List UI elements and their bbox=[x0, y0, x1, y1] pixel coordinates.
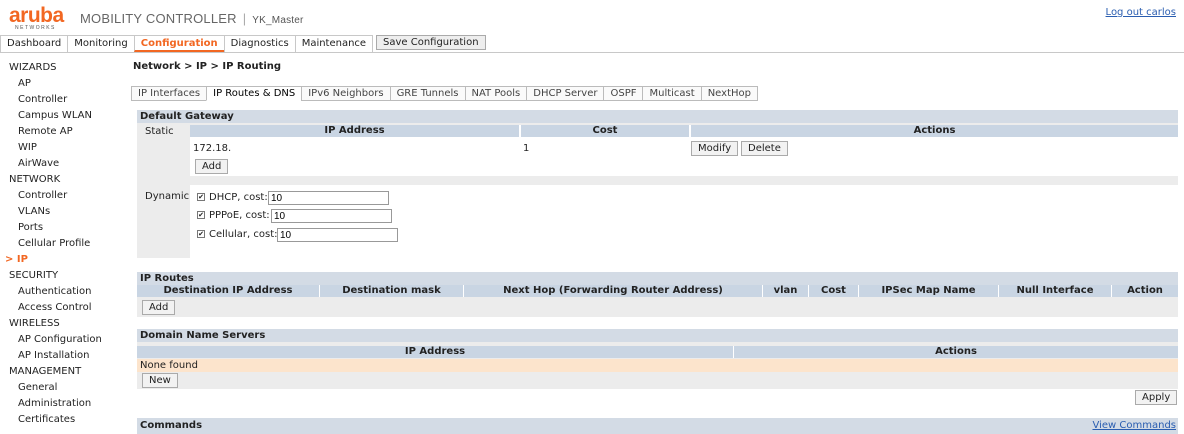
sidebar-section-management: MANAGEMENT bbox=[9, 366, 82, 377]
breadcrumb: Network > IP > IP Routing bbox=[133, 61, 282, 72]
pppoe-cost-input[interactable] bbox=[271, 209, 392, 223]
subtab-ip-routes-dns[interactable]: IP Routes & DNS bbox=[206, 86, 303, 101]
sidebar-item-ip[interactable]: > IP bbox=[0, 252, 125, 268]
default-gateway-panel: Default Gateway Static IP Address Cost A… bbox=[137, 110, 1178, 258]
sidebar-item-general[interactable]: General bbox=[0, 380, 125, 396]
col-dns-ip-address: IP Address bbox=[137, 346, 733, 358]
dynamic-label: Dynamic bbox=[145, 191, 190, 202]
sidebar-item-ap[interactable]: AP bbox=[0, 76, 125, 92]
gateway-cost-value: 1 bbox=[523, 143, 530, 154]
modify-button[interactable]: Modify bbox=[691, 141, 739, 156]
dns-header: IP Address Actions bbox=[137, 346, 1178, 358]
sidebar-section-wizards: WIZARDS bbox=[9, 62, 57, 73]
hostname: YK_Master bbox=[252, 15, 304, 26]
col-null-interface: Null Interface bbox=[999, 285, 1111, 297]
product-name: MOBILITY CONTROLLER bbox=[80, 11, 237, 26]
cellular-cost-input[interactable] bbox=[277, 228, 398, 242]
col-ip-address: IP Address bbox=[190, 125, 519, 137]
dns-title: Domain Name Servers bbox=[137, 329, 1178, 342]
subtab-gre-tunnels[interactable]: GRE Tunnels bbox=[389, 86, 466, 101]
view-commands-link[interactable]: View Commands bbox=[1092, 420, 1176, 431]
sidebar-item-administration[interactable]: Administration bbox=[0, 396, 125, 412]
dhcp-cost-input[interactable] bbox=[268, 191, 389, 205]
sidebar-item-campus-wlan[interactable]: Campus WLAN bbox=[0, 108, 125, 124]
logo-wordmark: aruba bbox=[9, 4, 64, 27]
col-actions: Actions bbox=[691, 125, 1178, 137]
default-gateway-title: Default Gateway bbox=[137, 110, 1178, 123]
col-destination-mask: Destination mask bbox=[320, 285, 463, 297]
cellular-checkbox[interactable]: ✔ bbox=[197, 230, 205, 238]
tab-diagnostics[interactable]: Diagnostics bbox=[223, 35, 296, 52]
add-gateway-button[interactable]: Add bbox=[195, 159, 229, 174]
sidebar: WIZARDS AP Controller Campus WLAN Remote… bbox=[0, 60, 125, 428]
tab-maintenance[interactable]: Maintenance bbox=[294, 35, 374, 52]
sidebar-item-controller-wizard[interactable]: Controller bbox=[0, 92, 125, 108]
dns-empty-row: None found bbox=[137, 359, 1178, 372]
col-ipsec-map-name: IPSec Map Name bbox=[859, 285, 998, 297]
commands-title: Commands bbox=[140, 420, 203, 431]
subtab-ip-interfaces[interactable]: IP Interfaces bbox=[131, 86, 208, 101]
save-configuration-button[interactable]: Save Configuration bbox=[376, 35, 486, 50]
static-add-row bbox=[190, 158, 1178, 176]
col-cost: Cost bbox=[521, 125, 689, 137]
sidebar-item-access-control[interactable]: Access Control bbox=[0, 300, 125, 316]
sidebar-item-ip-label: IP bbox=[16, 254, 28, 265]
static-label: Static bbox=[145, 126, 174, 137]
col-cost: Cost bbox=[809, 285, 858, 297]
title-separator: | bbox=[242, 11, 247, 26]
col-vlan: vlan bbox=[763, 285, 808, 297]
col-action: Action bbox=[1112, 285, 1178, 297]
cellular-label: Cellular, cost: bbox=[209, 229, 278, 240]
subtab-multicast[interactable]: Multicast bbox=[642, 86, 702, 101]
tab-dashboard[interactable]: Dashboard bbox=[0, 35, 69, 52]
add-route-button[interactable]: Add bbox=[142, 300, 176, 315]
sidebar-item-wip[interactable]: WIP bbox=[0, 140, 125, 156]
ip-routes-title: IP Routes bbox=[137, 272, 1178, 285]
sidebar-section-wireless: WIRELESS bbox=[9, 318, 60, 329]
sidebar-item-remote-ap[interactable]: Remote AP bbox=[0, 124, 125, 140]
delete-button[interactable]: Delete bbox=[741, 141, 788, 156]
commands-bar: Commands View Commands bbox=[137, 418, 1178, 434]
ip-routes-panel: IP Routes Destination IP Address Destina… bbox=[137, 272, 1178, 317]
subtab-dhcp-server[interactable]: DHCP Server bbox=[526, 86, 605, 101]
gateway-ip-value: 172.18. bbox=[193, 143, 232, 154]
aruba-logo: aruba NETWORKS bbox=[9, 4, 69, 32]
new-dns-button[interactable]: New bbox=[142, 373, 178, 388]
logout-link[interactable]: Log out carlos bbox=[1106, 7, 1176, 18]
sidebar-item-cellular-profile[interactable]: Cellular Profile bbox=[0, 236, 125, 252]
sidebar-item-ports[interactable]: Ports bbox=[0, 220, 125, 236]
static-gateway-table: IP Address Cost Actions 172.18. 1 bbox=[190, 125, 1178, 158]
top-nav: Dashboard Monitoring Configuration Diagn… bbox=[0, 35, 374, 52]
apply-button[interactable]: Apply bbox=[1135, 390, 1178, 405]
dns-panel: Domain Name Servers IP Address Actions N… bbox=[137, 329, 1178, 389]
nav-divider bbox=[0, 52, 1184, 53]
sidebar-item-controller[interactable]: Controller bbox=[0, 188, 125, 204]
sidebar-item-authentication[interactable]: Authentication bbox=[0, 284, 125, 300]
col-dns-actions: Actions bbox=[734, 346, 1178, 358]
pppoe-checkbox[interactable]: ✔ bbox=[197, 211, 205, 219]
dhcp-label: DHCP, cost: bbox=[209, 192, 268, 203]
sidebar-item-ap-installation[interactable]: AP Installation bbox=[0, 348, 125, 364]
tab-configuration[interactable]: Configuration bbox=[133, 35, 225, 52]
active-marker-icon: > bbox=[5, 254, 14, 265]
pppoe-label: PPPoE, cost: bbox=[209, 210, 270, 221]
subtab-nat-pools[interactable]: NAT Pools bbox=[464, 86, 528, 101]
sidebar-item-vlans[interactable]: VLANs bbox=[0, 204, 125, 220]
col-destination-ip: Destination IP Address bbox=[137, 285, 319, 297]
subtab-ospf[interactable]: OSPF bbox=[603, 86, 644, 101]
subtab-ipv6-neighbors[interactable]: IPv6 Neighbors bbox=[301, 86, 391, 101]
col-next-hop: Next Hop (Forwarding Router Address) bbox=[464, 285, 762, 297]
dhcp-checkbox[interactable]: ✔ bbox=[197, 193, 205, 201]
sidebar-item-ap-configuration[interactable]: AP Configuration bbox=[0, 332, 125, 348]
sub-tabs: IP Interfaces IP Routes & DNS IPv6 Neigh… bbox=[131, 86, 758, 101]
product-title: MOBILITY CONTROLLER | YK_Master bbox=[80, 11, 304, 26]
tab-monitoring[interactable]: Monitoring bbox=[67, 35, 135, 52]
sidebar-item-certificates[interactable]: Certificates bbox=[0, 412, 125, 428]
sidebar-section-network: NETWORK bbox=[9, 174, 61, 185]
sidebar-item-airwave[interactable]: AirWave bbox=[0, 156, 125, 172]
sidebar-section-security: SECURITY bbox=[9, 270, 59, 281]
subtab-nexthop[interactable]: NextHop bbox=[700, 86, 758, 101]
ip-routes-header: Destination IP Address Destination mask … bbox=[137, 285, 1178, 297]
